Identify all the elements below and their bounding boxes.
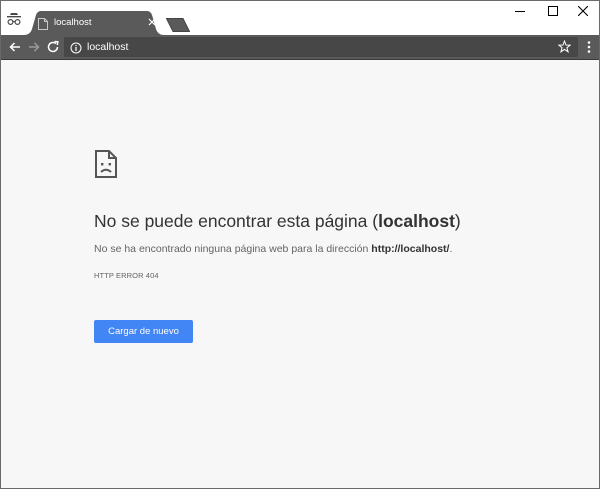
reload-page-button[interactable]: Cargar de nuevo <box>94 320 193 343</box>
heading-host: localhost <box>378 211 455 231</box>
kebab-menu-icon[interactable] <box>584 40 594 54</box>
new-tab-button[interactable] <box>165 18 191 32</box>
page-icon <box>38 17 48 30</box>
back-arrow-icon <box>9 42 20 52</box>
error-description: No se ha encontrado ninguna página web p… <box>94 243 452 255</box>
forward-arrow-icon <box>29 42 40 52</box>
minimize-icon <box>515 11 525 12</box>
incognito-icon <box>6 12 22 30</box>
url-text[interactable]: localhost <box>87 41 128 53</box>
info-icon[interactable] <box>70 41 82 54</box>
browser-window: localhost localhost No se puede encontra… <box>0 0 600 489</box>
minimize-button[interactable] <box>504 1 536 21</box>
close-window-button[interactable] <box>567 1 599 21</box>
sad-page-icon <box>94 149 118 179</box>
tab-close-icon[interactable] <box>146 16 158 28</box>
description-url: http://localhost/ <box>371 243 450 255</box>
error-heading: No se puede encontrar esta página (local… <box>94 211 461 232</box>
error-code: HTTP ERROR 404 <box>94 271 159 280</box>
address-bar[interactable]: localhost <box>64 37 578 57</box>
description-suffix: . <box>449 243 453 255</box>
maximize-icon <box>548 6 558 16</box>
back-button[interactable] <box>7 39 23 55</box>
forward-button[interactable] <box>26 39 42 55</box>
heading-suffix: ) <box>454 211 461 231</box>
tab-localhost[interactable]: localhost <box>24 11 164 35</box>
tab-strip: localhost <box>1 1 599 35</box>
close-icon <box>578 6 588 16</box>
star-icon[interactable] <box>557 39 572 53</box>
toolbar: localhost <box>1 35 599 59</box>
heading-prefix: No se puede encontrar esta página ( <box>94 211 379 231</box>
error-page: No se puede encontrar esta página (local… <box>1 60 599 488</box>
maximize-button[interactable] <box>537 1 569 21</box>
description-prefix: No se ha encontrado ninguna página web p… <box>94 243 372 255</box>
reload-icon <box>47 40 59 53</box>
reload-button[interactable] <box>45 39 61 55</box>
tab-title: localhost <box>54 17 92 28</box>
